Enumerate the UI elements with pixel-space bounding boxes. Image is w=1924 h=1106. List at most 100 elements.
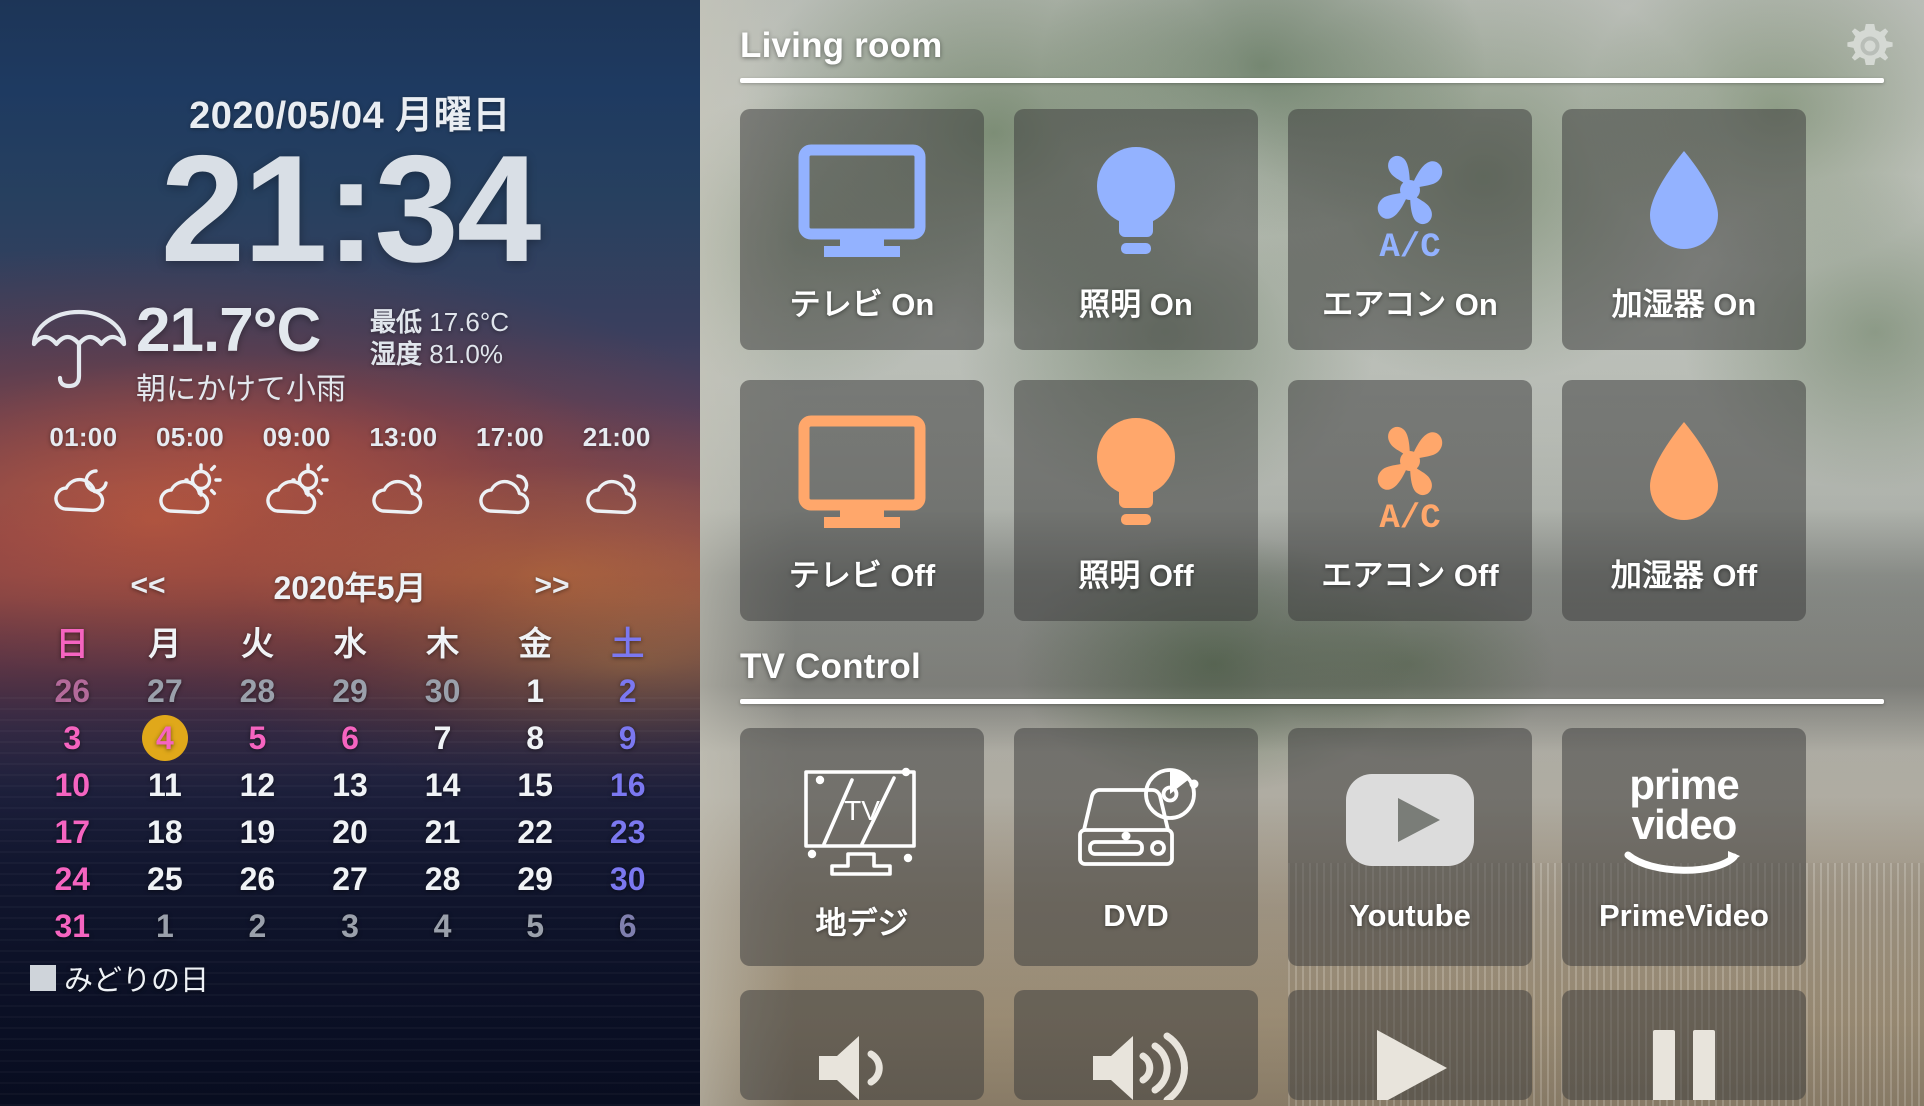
tv-icon: [796, 127, 928, 277]
calendar-day[interactable]: 27: [119, 669, 212, 714]
calendar-day[interactable]: 30: [581, 857, 674, 902]
forecast-time: 05:00: [156, 421, 224, 452]
calendar-day[interactable]: 29: [304, 669, 397, 714]
cloud-icon: [563, 459, 670, 521]
gear-icon[interactable]: [1842, 18, 1898, 74]
calendar-day[interactable]: 25: [119, 857, 212, 902]
control-button-label: テレビ Off: [788, 558, 936, 593]
control-button[interactable]: テレビ On: [740, 109, 984, 350]
calendar-day[interactable]: 1: [489, 669, 582, 714]
calendar-prev-button[interactable]: <<: [130, 569, 165, 603]
control-button[interactable]: prime video PrimeVideo: [1562, 728, 1806, 966]
control-button[interactable]: 加湿器 On: [1562, 109, 1806, 350]
water-drop-icon: [1638, 398, 1730, 548]
control-button[interactable]: A/C エアコン Off: [1288, 380, 1532, 621]
calendar-day-number: 30: [609, 860, 646, 897]
calendar-day[interactable]: 21: [396, 810, 489, 855]
calendar-day[interactable]: 13: [304, 763, 397, 808]
calendar-day[interactable]: 29: [489, 857, 582, 902]
calendar-weekday-header: 水: [333, 624, 367, 662]
calendar-day-number: 27: [332, 860, 368, 897]
calendar-day[interactable]: 4: [396, 904, 489, 949]
forecast-time: 17:00: [476, 421, 545, 452]
calendar-day-number: 23: [609, 813, 646, 850]
calendar-day[interactable]: 2: [581, 669, 674, 714]
calendar-day-number: 20: [332, 813, 368, 850]
calendar-day[interactable]: 24: [26, 857, 119, 902]
holiday-label: みどりの日: [64, 964, 210, 997]
calendar-day-number: 12: [239, 766, 276, 803]
air-conditioner-icon: A/C: [1355, 398, 1465, 548]
calendar-weekday-header: 金: [518, 624, 552, 662]
clock-weather-calendar-panel: 2020/05/04 月曜日 21:34 21.7°C 朝にかけて小雨 最低 1…: [0, 0, 700, 1106]
calendar-day[interactable]: 28: [396, 857, 489, 902]
control-button[interactable]: 照明 Off: [1014, 380, 1258, 621]
calendar-day-today[interactable]: 4: [119, 715, 212, 762]
calendar-day[interactable]: 16: [581, 763, 674, 808]
calendar-day[interactable]: 2: [211, 904, 304, 949]
current-temperature: 21.7°C: [136, 295, 321, 365]
calendar-next-button[interactable]: >>: [535, 569, 570, 603]
calendar-day[interactable]: 26: [26, 669, 119, 714]
calendar-day[interactable]: 20: [304, 810, 397, 855]
hourly-forecast: 01:00 05:00 09:00 13:00 17:00 21:00: [0, 408, 700, 521]
calendar-day[interactable]: 7: [396, 716, 489, 761]
terrestrial-tv-icon: TV: [796, 744, 928, 896]
umbrella-icon: [26, 306, 132, 389]
youtube-icon: [1344, 744, 1476, 896]
control-button[interactable]: テレビ Off: [740, 380, 984, 621]
calendar-day[interactable]: 3: [304, 904, 397, 949]
calendar-day[interactable]: 5: [211, 716, 304, 761]
calendar-day[interactable]: 6: [304, 716, 397, 761]
calendar-day[interactable]: 30: [396, 669, 489, 714]
cloud-icon: [350, 459, 457, 521]
svg-text:TV: TV: [844, 795, 880, 826]
calendar-day-number: 16: [609, 766, 646, 803]
calendar-day-number: 4: [433, 907, 452, 944]
calendar-day[interactable]: 6: [581, 904, 674, 949]
control-button[interactable]: 加湿器 Off: [1562, 380, 1806, 621]
calendar-day-number: 29: [332, 672, 368, 709]
calendar-day[interactable]: 8: [489, 716, 582, 761]
forecast-time: 09:00: [262, 421, 331, 452]
calendar-day[interactable]: 22: [489, 810, 582, 855]
control-button[interactable]: DVD: [1014, 728, 1258, 966]
forecast-time: 21:00: [582, 421, 651, 452]
dvd-player-icon: [1070, 744, 1202, 896]
calendar-day[interactable]: 23: [581, 810, 674, 855]
calendar-day[interactable]: 10: [26, 763, 119, 808]
control-button[interactable]: TV 地デジ: [740, 728, 984, 966]
control-button[interactable]: Youtube: [1288, 728, 1532, 966]
calendar-day-number: 10: [54, 766, 91, 803]
svg-text:A/C: A/C: [1379, 500, 1440, 535]
calendar-day[interactable]: 19: [211, 810, 304, 855]
pause-icon: [1629, 1018, 1739, 1100]
control-button[interactable]: [1562, 990, 1806, 1100]
control-button[interactable]: [740, 990, 984, 1100]
control-button-label: DVD: [1103, 898, 1169, 933]
calendar-day[interactable]: 15: [489, 763, 582, 808]
control-button[interactable]: [1288, 990, 1532, 1100]
calendar-day[interactable]: 9: [581, 716, 674, 761]
calendar-day[interactable]: 27: [304, 857, 397, 902]
calendar-day-number: 30: [424, 672, 461, 709]
calendar-day[interactable]: 5: [489, 904, 582, 949]
control-button[interactable]: [1014, 990, 1258, 1100]
calendar-day[interactable]: 1: [119, 904, 212, 949]
calendar-day[interactable]: 12: [211, 763, 304, 808]
current-date: 2020/05/04 月曜日: [189, 95, 511, 137]
calendar-day[interactable]: 31: [26, 904, 119, 949]
control-button[interactable]: 照明 On: [1014, 109, 1258, 350]
calendar-day[interactable]: 28: [211, 669, 304, 714]
forecast-cell: 21:00: [563, 422, 670, 521]
calendar-day[interactable]: 11: [119, 763, 212, 808]
living-room-button-grid: テレビ On 照明 On A/C エアコン On 加湿器 On テレビ Off 照明…: [740, 109, 1884, 621]
calendar-day[interactable]: 14: [396, 763, 489, 808]
calendar-day[interactable]: 18: [119, 810, 212, 855]
control-button[interactable]: A/C エアコン On: [1288, 109, 1532, 350]
holiday-legend: みどりの日: [0, 949, 700, 999]
calendar-day[interactable]: 3: [26, 716, 119, 761]
calendar-day[interactable]: 17: [26, 810, 119, 855]
current-time: 21:34: [160, 124, 542, 294]
calendar-day[interactable]: 26: [211, 857, 304, 902]
